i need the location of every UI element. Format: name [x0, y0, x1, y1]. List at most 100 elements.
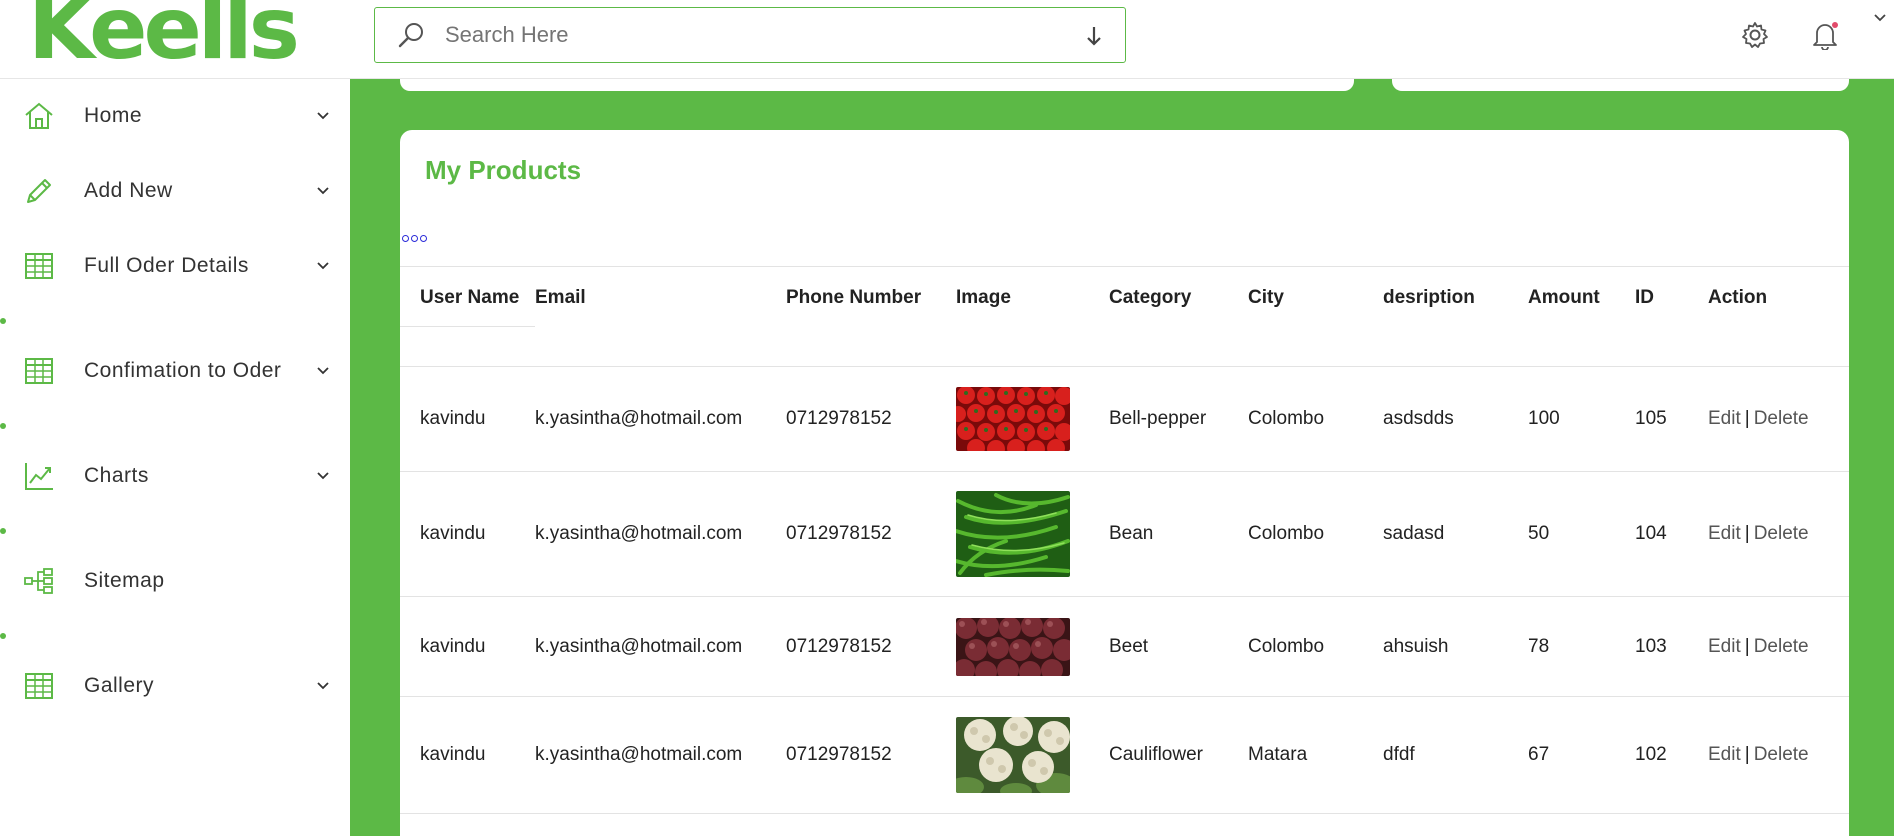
cell-id: 103 [1635, 635, 1667, 657]
column-header: Email [535, 287, 586, 308]
products-card: My Products User Name Email Phone Number… [400, 130, 1849, 836]
table-header-row: User Name Email Phone Number Image Categ… [400, 266, 1849, 367]
bell-pepper-image [956, 387, 1070, 451]
cell-user: kavindu [420, 635, 486, 657]
chevron-down-icon[interactable] [1872, 10, 1888, 26]
sidebar-item-label: Add New [84, 179, 173, 202]
table-row: kavindu k.yasintha@hotmail.com 071297815… [400, 597, 1849, 697]
action-separator: | [1744, 523, 1750, 544]
search-bar[interactable] [374, 7, 1126, 63]
top-card-right [1392, 79, 1849, 91]
chevron-down-icon [316, 679, 330, 693]
chevron-down-icon [316, 364, 330, 378]
action-separator: | [1744, 635, 1750, 657]
pencil-icon [22, 174, 56, 208]
chevron-down-icon [316, 184, 330, 198]
cell-id: 105 [1635, 408, 1667, 429]
cell-amount: 100 [1528, 408, 1560, 429]
cell-amount: 78 [1528, 635, 1550, 657]
arrow-down-icon[interactable] [1081, 23, 1107, 49]
cell-city: Matara [1248, 744, 1308, 765]
column-header: ID [1635, 287, 1654, 308]
chevron-down-icon [316, 259, 330, 273]
delete-link[interactable]: Delete [1754, 636, 1809, 657]
table-row: kavindu k.yasintha@hotmail.com 071297815… [400, 367, 1849, 472]
cell-user: kavindu [420, 744, 486, 765]
sitemap-icon [22, 564, 56, 598]
cell-email: k.yasintha@hotmail.com [535, 635, 743, 657]
bell-icon[interactable] [1808, 18, 1842, 52]
cell-category: Bell-pepper [1109, 408, 1207, 429]
delete-link[interactable]: Delete [1754, 408, 1809, 429]
card-title: My Products [425, 155, 582, 185]
products-table: User Name Email Phone Number Image Categ… [400, 266, 1849, 814]
sidebar-item-gallery[interactable]: Gallery [0, 658, 350, 714]
sidebar-item-label: Charts [84, 464, 149, 487]
cauliflower-image [956, 717, 1070, 793]
sidebar-item-home[interactable]: Home [0, 88, 350, 144]
sidebar-item-label: Confimation to Oder [84, 359, 282, 382]
search-input[interactable] [445, 22, 1045, 48]
cell-description: asdsdds [1383, 408, 1454, 429]
cell-id: 104 [1635, 523, 1667, 544]
column-header: Category [1109, 287, 1192, 308]
cell-category: Beet [1109, 635, 1149, 657]
cell-amount: 67 [1528, 744, 1550, 765]
column-header: Action [1708, 287, 1768, 308]
cell-user: kavindu [420, 408, 486, 429]
cell-email: k.yasintha@hotmail.com [535, 408, 743, 429]
column-header: City [1248, 287, 1284, 308]
search-icon [393, 17, 429, 53]
cell-email: k.yasintha@hotmail.com [535, 744, 743, 765]
sidebar-item-confimation-to-oder[interactable]: Confimation to Oder [0, 343, 350, 399]
sidebar-item-add-new[interactable]: Add New [0, 163, 350, 219]
home-icon [22, 99, 56, 133]
delete-link[interactable]: Delete [1754, 744, 1809, 765]
gear-icon[interactable] [1738, 18, 1772, 52]
edit-link[interactable]: Edit [1708, 523, 1741, 544]
loading-dots [402, 235, 427, 242]
table-row: kavindu k.yasintha@hotmail.com 071297815… [400, 697, 1849, 814]
sidebar-dot [0, 318, 6, 324]
table-icon [22, 249, 56, 283]
cell-phone: 0712978152 [786, 744, 892, 765]
notification-dot [1832, 22, 1838, 28]
edit-link[interactable]: Edit [1708, 408, 1741, 429]
main-content: My Products User Name Email Phone Number… [350, 79, 1894, 836]
top-header: Keells [0, 0, 1894, 79]
delete-link[interactable]: Delete [1754, 523, 1809, 544]
cell-phone: 0712978152 [786, 408, 892, 429]
sidebar-dot [0, 633, 6, 639]
keells-logo[interactable]: Keells [28, 0, 300, 72]
cell-category: Bean [1109, 523, 1154, 544]
sidebar-dot [0, 528, 6, 534]
edit-link[interactable]: Edit [1708, 744, 1741, 765]
action-separator: | [1744, 744, 1750, 765]
top-card-left [400, 79, 1354, 91]
sidebar-item-sitemap[interactable]: Sitemap [0, 553, 350, 609]
sidebar-dot [0, 423, 6, 429]
beet-image [956, 617, 1070, 676]
edit-link[interactable]: Edit [1708, 636, 1741, 657]
sidebar-item-full-oder-details[interactable]: Full Oder Details [0, 238, 350, 294]
line-chart-icon [22, 459, 56, 493]
sidebar-item-charts[interactable]: Charts [0, 448, 350, 504]
sidebar-item-label: Full Oder Details [84, 254, 249, 277]
column-header: Phone Number [786, 287, 922, 308]
cell-description: ahsuish [1383, 635, 1449, 657]
cell-email: k.yasintha@hotmail.com [535, 523, 743, 544]
cell-city: Colombo [1248, 523, 1325, 544]
cell-id: 102 [1635, 744, 1667, 765]
table-row: kavindu k.yasintha@hotmail.com 071297815… [400, 472, 1849, 597]
cell-description: dfdf [1383, 744, 1415, 765]
bean-image [956, 491, 1070, 577]
cell-city: Colombo [1248, 408, 1325, 429]
column-header: desription [1383, 287, 1475, 308]
sidebar-item-label: Home [84, 104, 143, 127]
cell-category: Cauliflower [1109, 744, 1203, 765]
column-header: Image [956, 287, 1011, 308]
table-icon [22, 669, 56, 703]
chevron-down-icon [316, 109, 330, 123]
column-header: Amount [1528, 287, 1600, 308]
cell-description: sadasd [1383, 523, 1445, 544]
